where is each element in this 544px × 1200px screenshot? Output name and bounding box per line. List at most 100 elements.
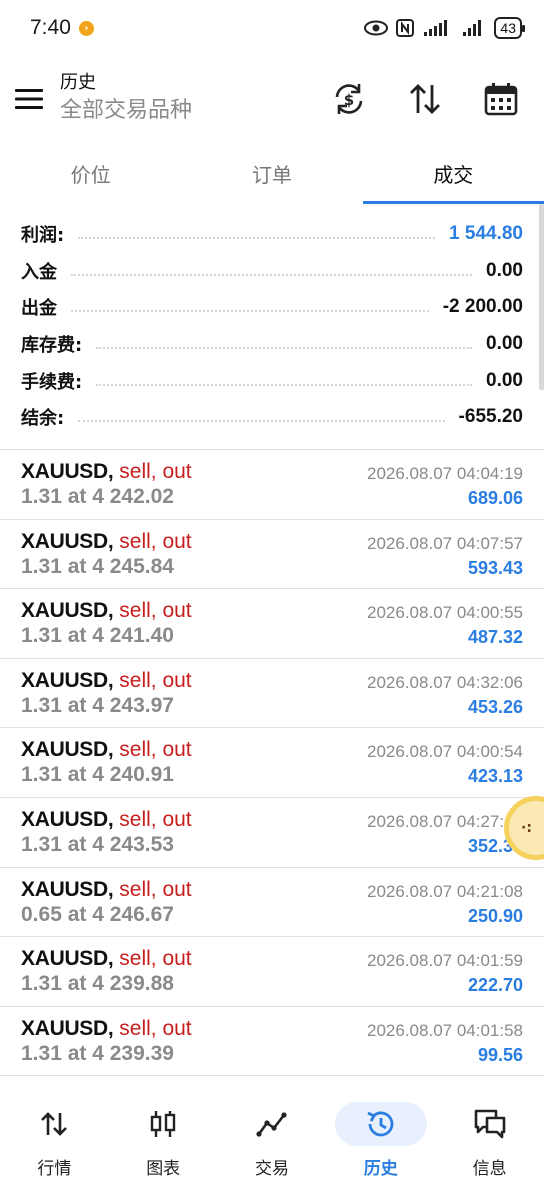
- status-time: 7:40: [30, 16, 71, 39]
- deal-row[interactable]: XAUUSD, sell, out 1.31 at 4 241.40 2026.08…: [0, 589, 544, 659]
- nav-label: 图表: [146, 1159, 181, 1179]
- deal-time: 2026.08.07 04:01:59: [367, 951, 523, 971]
- nav-icon-wrap: [334, 1102, 427, 1146]
- history-tabs: 价位 订单 成交: [0, 142, 544, 204]
- eye-icon: [364, 20, 389, 36]
- deal-profit: 689.06: [467, 488, 523, 508]
- nav-item-quotes[interactable]: 行情: [0, 1090, 109, 1200]
- dotted-leader: [71, 273, 473, 276]
- page-title: 历史: [60, 72, 96, 93]
- summary-row-profit: 利润: 1 544.80: [0, 216, 544, 253]
- tab-positions[interactable]: 价位: [0, 142, 181, 204]
- nav-item-history[interactable]: 历史: [326, 1090, 435, 1200]
- nav-icon-wrap: [117, 1102, 209, 1146]
- summary-value: 1 544.80: [449, 223, 523, 245]
- deal-profit: 423.13: [467, 766, 523, 787]
- deal-row[interactable]: XAUUSD, sell, out 1.31 at 4 242.02 2026.08…: [0, 450, 544, 520]
- candlestick-chart-icon: [150, 1111, 176, 1137]
- nav-item-charts[interactable]: 图表: [109, 1090, 218, 1200]
- deal-volume-price: 1.31 at 4 245.84: [21, 554, 174, 578]
- deal-volume-price: 1.31 at 4 240.91: [21, 763, 174, 787]
- nav-label: 历史: [363, 1159, 398, 1179]
- calendar-icon: [484, 83, 518, 116]
- deal-side: sell, out: [119, 738, 192, 762]
- deal-profit: 222.70: [467, 975, 523, 996]
- deal-volume-price: 1.31 at 4 239.88: [21, 972, 174, 996]
- bottom-navigation: 行情 图表 交易 历史 信息: [0, 1090, 544, 1200]
- deal-row[interactable]: XAUUSD, sell, out 1.31 at 4 239.39 2026.08…: [0, 1007, 544, 1077]
- deal-row[interactable]: XAUUSD, sell, out 1.31 at 4 240.91 2026.08…: [0, 728, 544, 798]
- deal-title: XAUUSD, sell, out: [21, 530, 192, 554]
- deal-symbol: XAUUSD,: [21, 807, 114, 831]
- summary-row-deposit: 入金 0.00: [0, 253, 544, 290]
- summary-row-commission: 手续费: 0.00: [0, 362, 544, 399]
- deal-row[interactable]: XAUUSD, sell, out 1.31 at 4 243.97 2026.08…: [0, 659, 544, 729]
- deal-symbol: XAUUSD,: [21, 738, 114, 762]
- deal-volume-price: 1.31 at 4 243.97: [21, 693, 174, 717]
- signal-2-icon: [463, 20, 482, 36]
- summary-panel: 利润: 1 544.80 入金 0.00 出金 -2 200.00 库存费: 0…: [0, 216, 544, 436]
- deal-title: XAUUSD, sell, out: [21, 878, 192, 902]
- deal-symbol: XAUUSD,: [21, 460, 114, 483]
- deal-volume-price: 1.31 at 4 243.53: [21, 832, 174, 856]
- deal-symbol: XAUUSD,: [21, 1016, 114, 1040]
- sort-button[interactable]: [402, 76, 448, 122]
- deal-side: sell, out: [119, 668, 192, 692]
- deal-side: sell, out: [119, 460, 192, 483]
- deal-row[interactable]: XAUUSD, sell, out 1.31 at 4 239.88 2026.08…: [0, 937, 544, 1007]
- deal-volume-price: 1.31 at 4 242.02: [21, 485, 174, 508]
- deal-title: XAUUSD, sell, out: [21, 669, 192, 693]
- deal-row[interactable]: XAUUSD, sell, out 0.65 at 4 246.67 2026.08…: [0, 868, 544, 938]
- deal-time: 2026.08.07 04:27:16: [367, 811, 523, 831]
- dotted-leader: [78, 420, 445, 423]
- nav-label: 行情: [37, 1159, 72, 1179]
- deal-volume-price: 1.31 at 4 239.39: [21, 1041, 174, 1065]
- deal-row[interactable]: XAUUSD, sell, out 1.31 at 4 243.53 2026.08…: [0, 798, 544, 868]
- deal-side: sell, out: [119, 599, 192, 623]
- status-left: 7:40 ›: [30, 16, 94, 40]
- tab-orders[interactable]: 订单: [181, 142, 362, 204]
- nav-label: 交易: [254, 1159, 289, 1179]
- title-block: 历史 全部交易品种: [58, 72, 326, 126]
- deal-symbol: XAUUSD,: [21, 529, 114, 553]
- summary-value: 0.00: [486, 333, 523, 355]
- deal-symbol: XAUUSD,: [21, 877, 114, 901]
- deal-profit: 453.26: [467, 696, 523, 717]
- summary-value: -2 200.00: [442, 296, 523, 318]
- nav-item-messages[interactable]: 信息: [435, 1090, 544, 1200]
- quotes-arrows-icon: [41, 1112, 68, 1136]
- app-header: 历史 全部交易品种 $: [0, 56, 544, 142]
- deal-time: 2026.08.07 04:00:54: [367, 742, 523, 762]
- nav-icon-wrap: [8, 1102, 100, 1146]
- svg-text:$: $: [344, 91, 354, 109]
- scrollbar[interactable]: [539, 204, 544, 390]
- dotted-leader: [96, 383, 473, 386]
- deal-symbol: XAUUSD,: [21, 599, 114, 623]
- symbol-filter[interactable]: 全部交易品种: [60, 96, 326, 126]
- deal-row[interactable]: XAUUSD, sell, out 1.31 at 4 245.84 2026.08…: [0, 520, 544, 590]
- hamburger-menu-icon: [15, 89, 43, 109]
- deal-time: 2026.08.07 04:07:57: [367, 533, 523, 553]
- deal-title: XAUUSD, sell, out: [21, 738, 192, 762]
- nav-icon-wrap: [444, 1102, 536, 1146]
- sort-arrows-icon: [410, 84, 440, 114]
- dotted-leader: [96, 347, 473, 350]
- deal-side: sell, out: [119, 1016, 192, 1040]
- currency-switch-button[interactable]: $: [326, 76, 372, 122]
- menu-button[interactable]: [0, 69, 58, 129]
- nav-item-trade[interactable]: 交易: [218, 1090, 327, 1200]
- status-right: 43: [364, 17, 525, 39]
- calendar-button[interactable]: [478, 76, 524, 122]
- assistant-face-icon: ·:: [521, 820, 532, 836]
- summary-label: 结余:: [21, 408, 65, 430]
- summary-label: 入金: [21, 261, 57, 283]
- deal-symbol: XAUUSD,: [21, 668, 114, 692]
- deal-time: 2026.08.07 04:21:08: [367, 881, 523, 901]
- deal-time: 2026.08.07 04:32:06: [367, 672, 523, 692]
- summary-label: 出金: [21, 298, 57, 320]
- summary-row-withdrawal: 出金 -2 200.00: [0, 289, 544, 326]
- dotted-leader: [78, 237, 436, 240]
- deal-profit: 99.56: [477, 1044, 523, 1065]
- tab-deals[interactable]: 成交: [362, 142, 544, 204]
- currency-refresh-icon: $: [335, 84, 363, 114]
